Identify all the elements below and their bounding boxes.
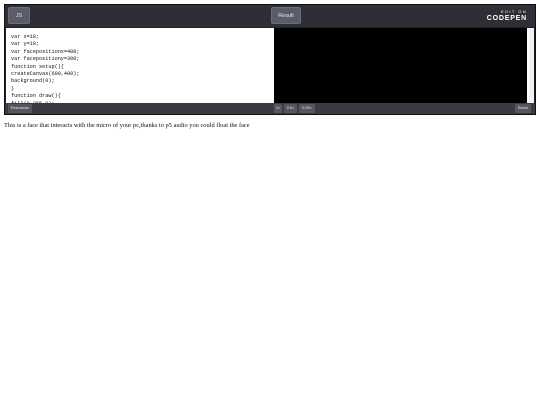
- code-line: var x=10;: [11, 34, 40, 40]
- result-pane: [274, 28, 534, 104]
- code-line: var y=10;: [11, 41, 40, 48]
- rerun-button[interactable]: Rerun: [515, 104, 531, 113]
- embed-bottom-bar: Resources 1× 0.5× 0.25× Rerun: [5, 103, 535, 114]
- p5-canvas[interactable]: [274, 28, 527, 104]
- codepen-logo: CODEPEN: [486, 15, 527, 22]
- js-tab[interactable]: JS: [8, 7, 30, 24]
- embed-top-bar: JS Result EDIT ON CODEPEN: [5, 5, 535, 27]
- js-code-editor[interactable]: var x=10; var y=10; var facepositionx=40…: [6, 28, 274, 104]
- zoom-1x-button[interactable]: 1×: [274, 104, 282, 113]
- code-line: background(0);: [11, 78, 55, 85]
- code-line: var facepositiony=300;: [11, 56, 80, 63]
- code-line: }: [11, 85, 15, 92]
- zoom-0.25x-button[interactable]: 0.25×: [299, 104, 315, 113]
- code-line: var facepositionx=400;: [11, 48, 80, 55]
- codepen-embed: JS Result EDIT ON CODEPEN var x=10; var …: [4, 4, 536, 115]
- resources-button[interactable]: Resources: [8, 104, 32, 113]
- pen-description: This is a face that interacts with the m…: [4, 122, 250, 129]
- code-line: function setup(){: [11, 63, 64, 70]
- result-tab[interactable]: Result: [271, 7, 301, 24]
- result-scrollbar[interactable]: [529, 28, 534, 104]
- code-line: function draw(){: [11, 93, 61, 100]
- code-line: createCanvas(600,400);: [11, 71, 80, 78]
- edit-on-codepen-link[interactable]: EDIT ON CODEPEN: [487, 9, 527, 24]
- zoom-0.5x-button[interactable]: 0.5×: [284, 104, 297, 113]
- code-block: var x=10; var y=10; var facepositionx=40…: [6, 28, 274, 104]
